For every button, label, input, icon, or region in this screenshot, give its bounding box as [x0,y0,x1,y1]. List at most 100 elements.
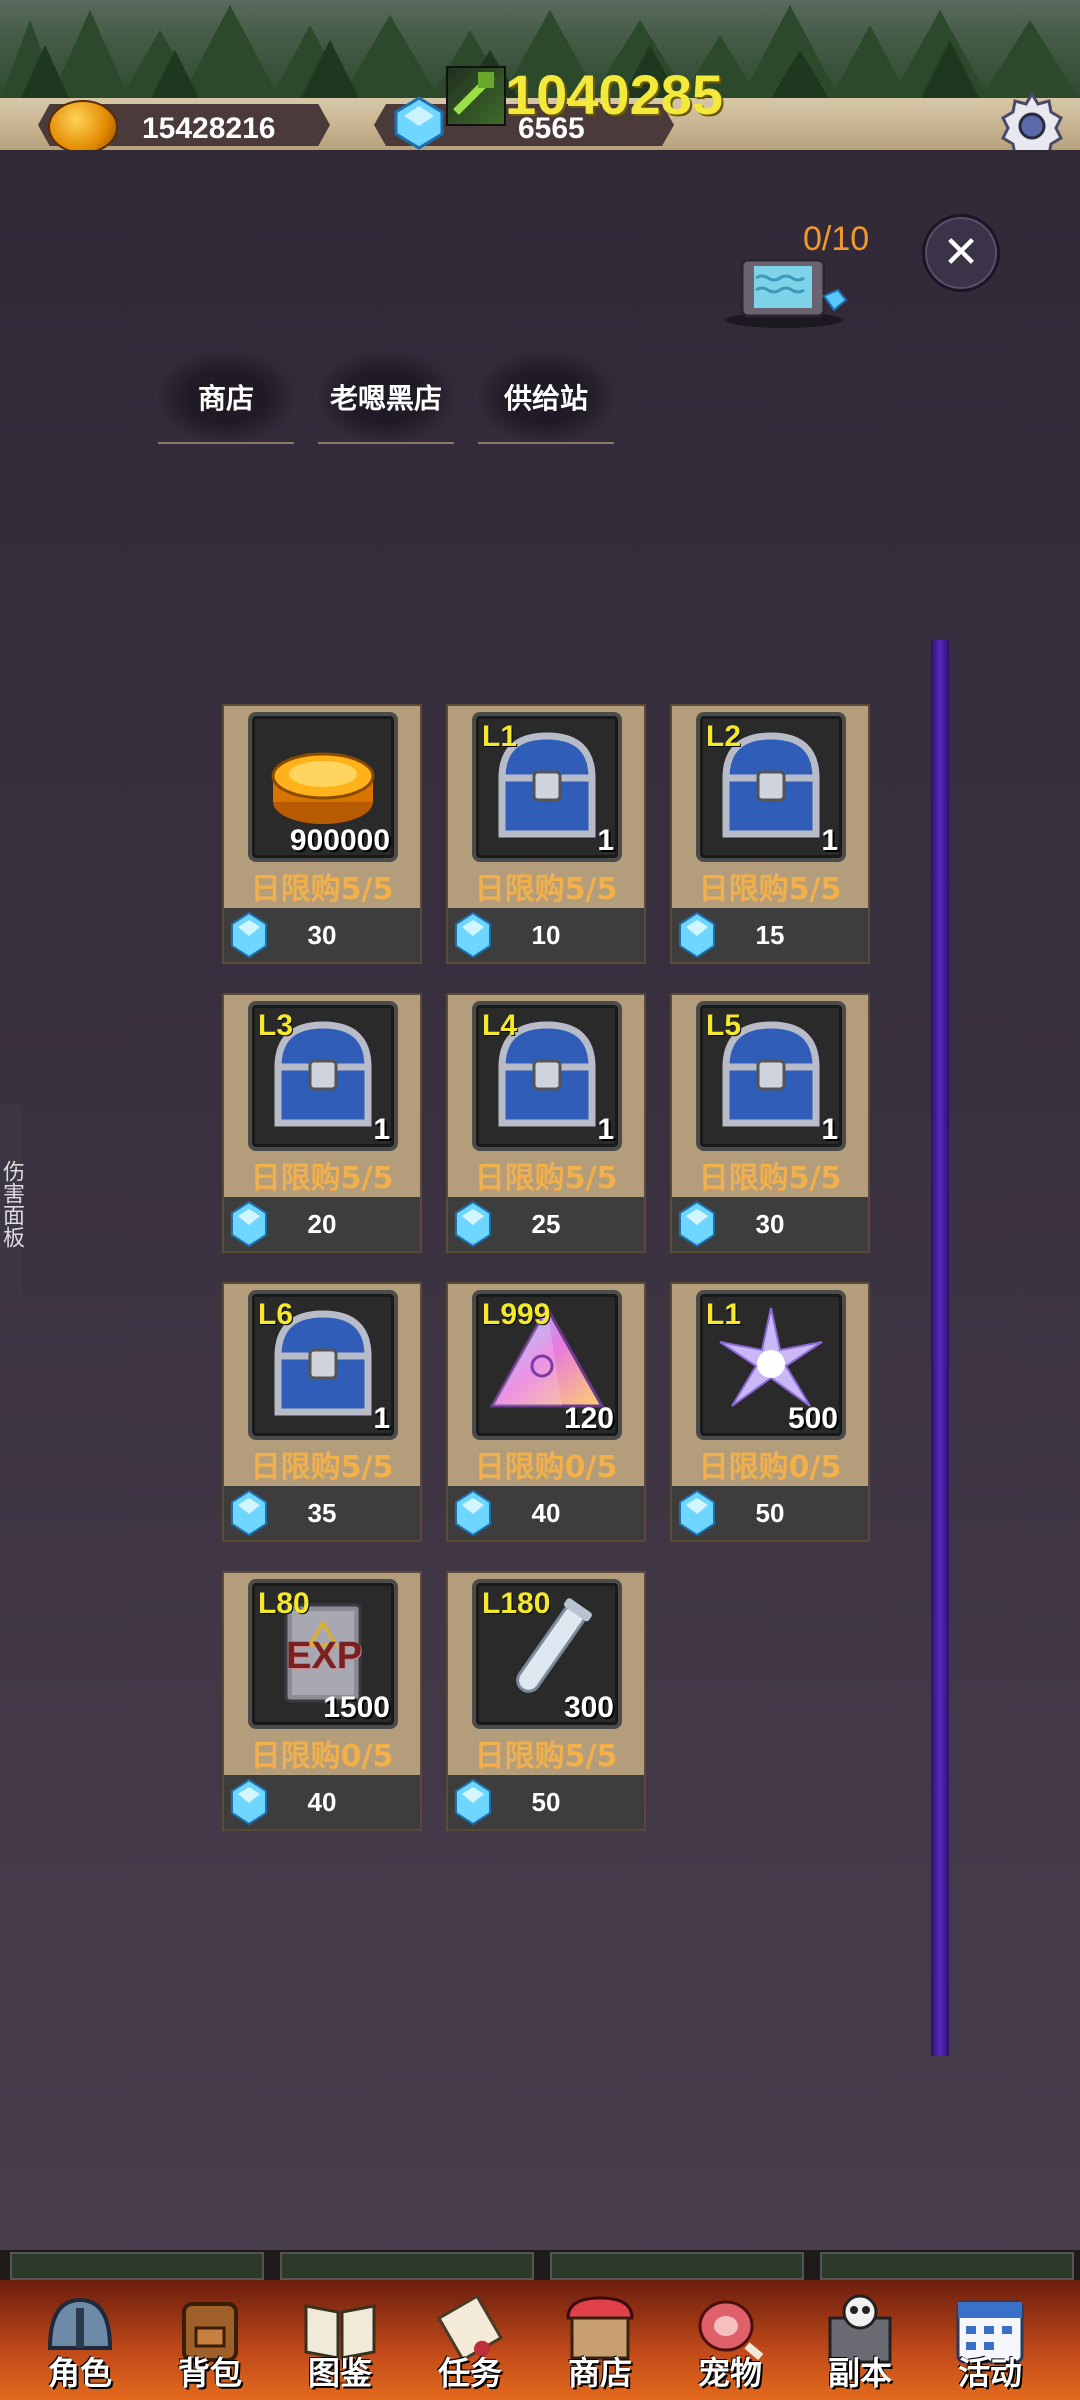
nav-label: 角色 [47,2354,112,2392]
price-bar[interactable]: 50 [672,1486,868,1540]
item-price: 50 [531,1787,561,1817]
top-bar: 15428216 6565 1040285 [0,0,1080,150]
item-level: L999 [482,1298,551,1331]
gold-amount: 15428216 [142,112,276,145]
shop-item-card[interactable]: 1 L6 日限购5/5 35 [222,1282,422,1542]
item-frame: 1 L1 [472,712,622,862]
item-level: L2 [706,720,742,753]
price-bar[interactable]: 25 [448,1197,644,1251]
item-price: 40 [531,1498,561,1528]
price-bar[interactable]: 35 [224,1486,420,1540]
purchase-limit: 日限购5/5 [474,872,618,907]
nav-label: 任务 [437,2354,502,2392]
tab-black-market[interactable]: 老嗯黑店 [318,352,454,444]
item-price: 30 [307,920,337,950]
nav-label: 图鉴 [307,2354,372,2392]
item-quantity: 1 [373,1113,390,1146]
close-icon: ✕ [942,227,980,278]
shop-item-card[interactable]: 1 L3 日限购5/5 20 [222,993,422,1253]
tab-shop[interactable]: 商店 [158,352,294,444]
nav-backpack[interactable]: 背包 [150,2280,270,2400]
purchase-limit: 日限购0/5 [474,1450,618,1485]
shop-item-card[interactable]: 300 L180 日限购5/5 50 [446,1571,646,1831]
purchase-limit: 日限购5/5 [474,1161,618,1196]
shop-item-card[interactable]: 1 L4 日限购5/5 25 [446,993,646,1253]
item-frame: 1 L5 [696,1001,846,1151]
item-quantity: 300 [563,1691,614,1724]
item-quantity: 1 [821,824,838,857]
price-bar[interactable]: 30 [672,1197,868,1251]
purchase-limit: 日限购5/5 [250,1161,394,1196]
price-bar[interactable]: 50 [448,1775,644,1829]
nav-quests[interactable]: 任务 [410,2280,530,2400]
item-price: 10 [531,920,561,950]
item-price: 40 [307,1787,337,1817]
purchase-limit: 日限购5/5 [698,872,842,907]
shop-item-card[interactable]: 500 L1 日限购0/5 50 [670,1282,870,1542]
nav-pets[interactable]: 宠物 [670,2280,790,2400]
item-price: 25 [531,1209,561,1239]
item-quantity: 1500 [323,1691,390,1724]
equipment-strip [0,2250,1080,2280]
shop-item-card[interactable]: 1 L5 日限购5/5 30 [670,993,870,1253]
nav-label: 副本 [827,2354,892,2392]
shop-item-card[interactable]: EXP 1500 L80 日限购0/5 40 [222,1571,422,1831]
combat-power: 1040285 [505,63,724,126]
item-frame: 300 L180 [472,1579,622,1729]
item-frame: 1 L6 [248,1290,398,1440]
price-bar[interactable]: 15 [672,908,868,962]
item-quantity: 120 [563,1402,614,1435]
item-price: 20 [307,1209,337,1239]
nav-codex[interactable]: 图鉴 [280,2280,400,2400]
nav-character[interactable]: 角色 [20,2280,140,2400]
item-quantity: 1 [597,1113,614,1146]
gem-icon [392,96,446,150]
ad-view-count: 0/10 [803,220,870,258]
nav-label: 宠物 [697,2354,762,2392]
item-level: L1 [706,1298,742,1331]
shop-item-card[interactable]: 120 L999 日限购0/5 40 [446,1282,646,1542]
damage-panel-tab[interactable]: 伤害面板 [0,1104,24,1304]
item-frame: EXP 1500 L80 [248,1579,398,1729]
item-level: L80 [258,1587,310,1620]
purchase-limit: 日限购5/5 [250,1450,394,1485]
item-price: 30 [755,1209,785,1239]
item-quantity: 1 [597,824,614,857]
item-level: L1 [482,720,518,753]
nav-label: 商店 [567,2354,632,2392]
bottom-nav: 角色 背包 图鉴 任务 商店 宠物 副本 活动 [0,2280,1080,2400]
tab-supply-station[interactable]: 供给站 [478,352,614,444]
close-button[interactable]: ✕ [922,214,1000,292]
purchase-limit: 日限购5/5 [474,1739,618,1774]
item-frame: 120 L999 [472,1290,622,1440]
price-bar[interactable]: 40 [224,1775,420,1829]
nav-dungeon[interactable]: 副本 [800,2280,920,2400]
item-level: L3 [258,1009,294,1042]
shop-item-card[interactable]: 1 L2 日限购5/5 15 [670,704,870,964]
item-price: 15 [755,920,785,950]
shop-item-card[interactable]: 1 L1 日限购5/5 10 [446,704,646,964]
purchase-limit: 日限购5/5 [698,1161,842,1196]
exp-label: EXP [286,1635,363,1677]
purchase-limit: 日限购0/5 [698,1450,842,1485]
item-frame: 1 L2 [696,712,846,862]
nav-events[interactable]: 活动 [930,2280,1050,2400]
shop-scrollbar[interactable] [931,640,949,2056]
tv-ad-icon[interactable] [724,248,854,328]
item-quantity: 1 [373,1402,390,1435]
price-bar[interactable]: 10 [448,908,644,962]
price-bar[interactable]: 30 [224,908,420,962]
item-level: L4 [482,1009,518,1042]
item-quantity: 500 [787,1402,838,1435]
price-bar[interactable]: 20 [224,1197,420,1251]
settings-gear-icon[interactable] [994,88,1070,150]
item-level: L5 [706,1009,742,1042]
price-bar[interactable]: 40 [448,1486,644,1540]
nav-shop[interactable]: 商店 [540,2280,660,2400]
gold-coin-icon [48,100,118,150]
nav-label: 活动 [957,2354,1022,2392]
item-price: 35 [307,1498,337,1528]
item-quantity: 1 [821,1113,838,1146]
item-frame: 1 L3 [248,1001,398,1151]
shop-item-card[interactable]: 900000 日限购5/5 30 [222,704,422,964]
